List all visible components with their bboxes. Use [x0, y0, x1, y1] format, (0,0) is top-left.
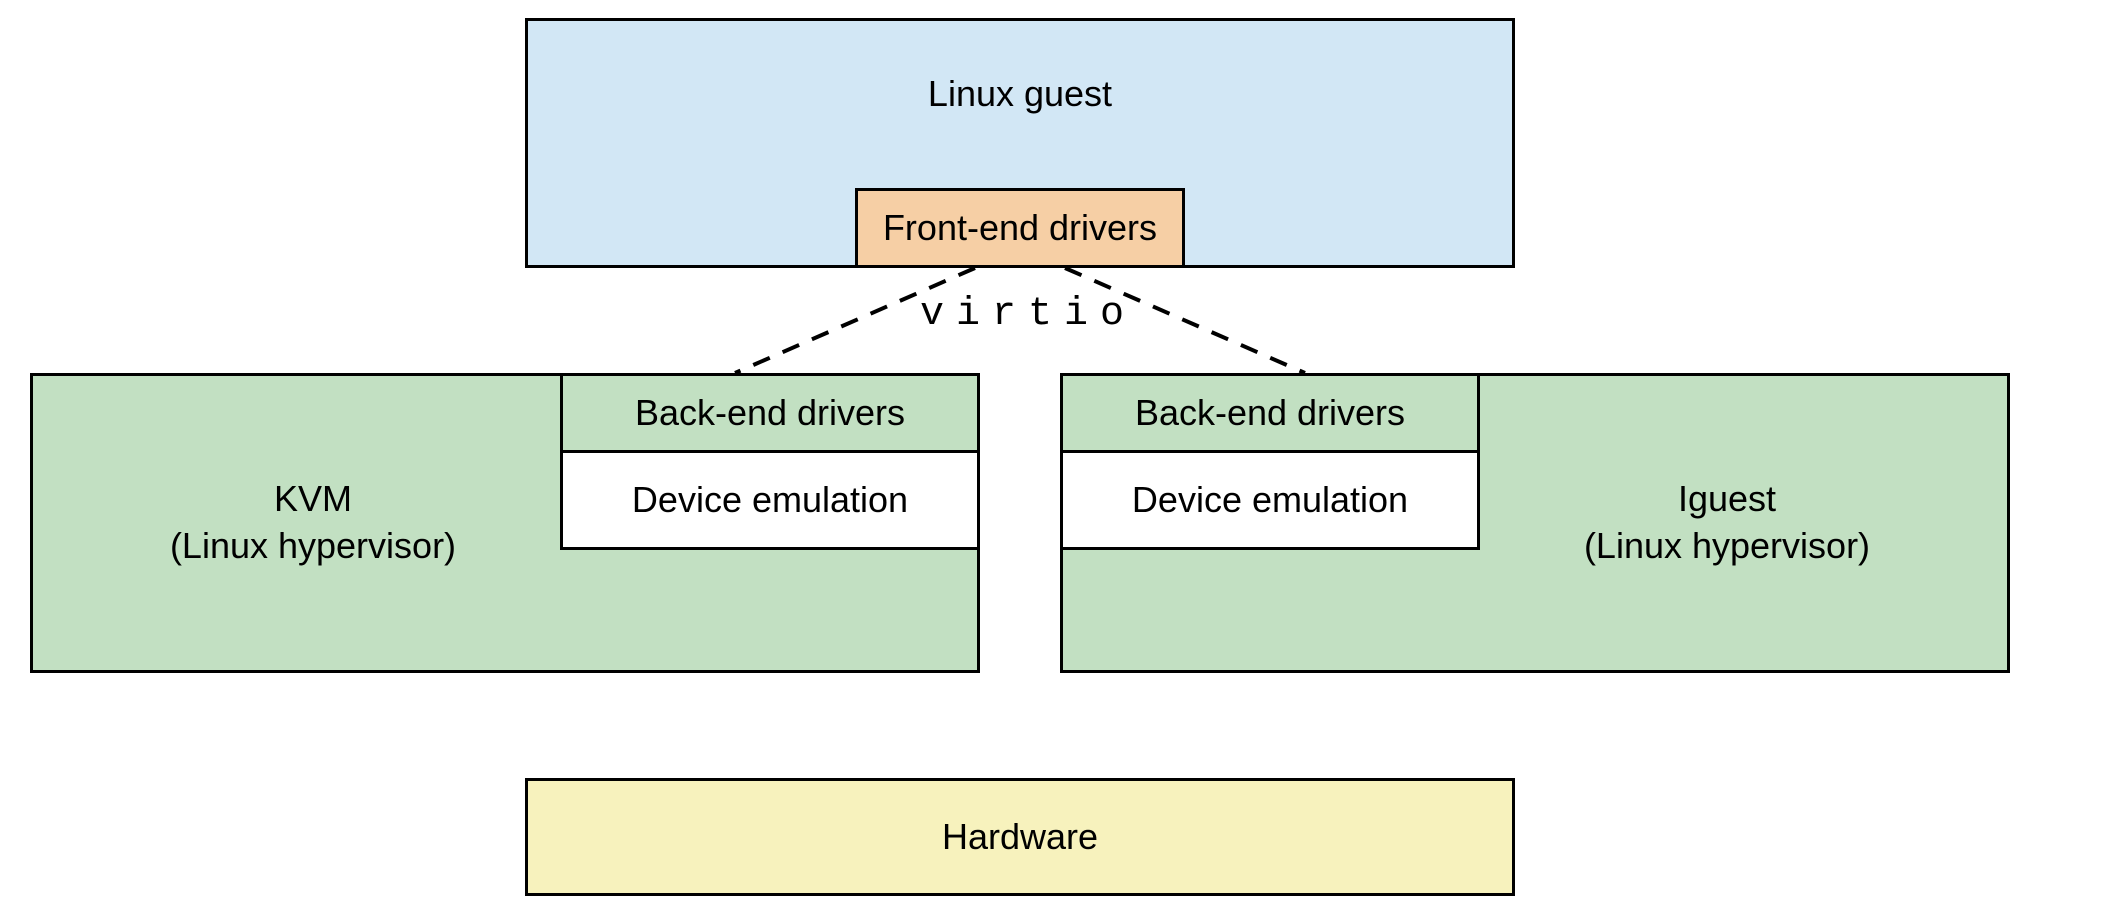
- right-hypervisor-title: Iguest (Linux hypervisor): [1517, 476, 1937, 570]
- left-backend-box: Back-end drivers: [560, 373, 980, 453]
- left-device-emulation-box: Device emulation: [560, 450, 980, 550]
- frontend-drivers-box: Front-end drivers: [855, 188, 1185, 268]
- left-device-emulation-label: Device emulation: [632, 477, 908, 524]
- left-backend-label: Back-end drivers: [635, 390, 905, 437]
- virtio-label: virtio: [920, 292, 1120, 337]
- guest-title: Linux guest: [928, 71, 1112, 118]
- diagram-canvas: Linux guest Front-end drivers virtio KVM…: [0, 0, 2112, 912]
- right-device-emulation-box: Device emulation: [1060, 450, 1480, 550]
- hardware-box: Hardware: [525, 778, 1515, 896]
- right-device-emulation-label: Device emulation: [1132, 477, 1408, 524]
- right-backend-box: Back-end drivers: [1060, 373, 1480, 453]
- hardware-label: Hardware: [942, 814, 1098, 861]
- right-backend-label: Back-end drivers: [1135, 390, 1405, 437]
- frontend-drivers-label: Front-end drivers: [883, 205, 1157, 252]
- left-hypervisor-title: KVM (Linux hypervisor): [103, 476, 523, 570]
